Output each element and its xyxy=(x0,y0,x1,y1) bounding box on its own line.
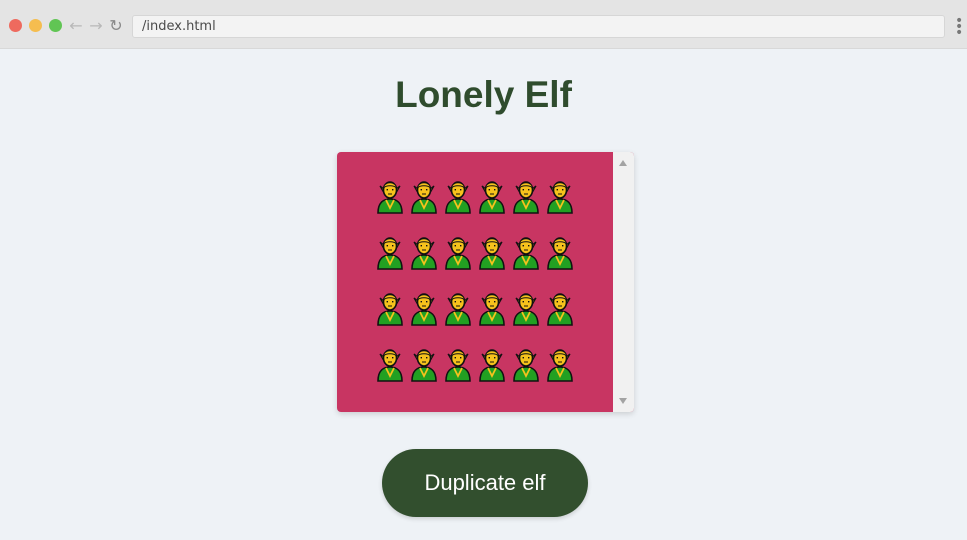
address-bar[interactable]: /index.html xyxy=(132,15,945,38)
elf-icon xyxy=(411,237,437,270)
elf-icon xyxy=(377,237,403,270)
elf-icon xyxy=(377,293,403,326)
elf-icon xyxy=(479,237,505,270)
elf-icon xyxy=(445,293,471,326)
elf-container xyxy=(337,152,634,412)
reload-icon[interactable]: ↻ xyxy=(107,16,125,36)
elf-icon xyxy=(513,293,539,326)
elf-icon xyxy=(445,349,471,382)
duplicate-elf-button[interactable]: Duplicate elf xyxy=(382,449,588,517)
close-window-button[interactable] xyxy=(9,19,22,32)
elf-icon xyxy=(547,237,573,270)
scroll-down-arrow-icon[interactable] xyxy=(619,398,627,404)
scroll-up-arrow-icon[interactable] xyxy=(619,160,627,166)
elf-icon xyxy=(445,181,471,214)
elf-icon xyxy=(479,349,505,382)
elf-icon xyxy=(513,181,539,214)
forward-arrow-icon[interactable]: → xyxy=(87,16,105,36)
kebab-menu-icon[interactable]: • • • xyxy=(955,14,963,40)
elf-icon xyxy=(411,293,437,326)
elf-icon xyxy=(513,349,539,382)
elf-icon xyxy=(445,237,471,270)
minimize-window-button[interactable] xyxy=(29,19,42,32)
elf-icon xyxy=(547,349,573,382)
page-title: Lonely Elf xyxy=(395,74,572,115)
browser-toolbar: ← → ↻ /index.html • • • xyxy=(0,0,967,49)
elf-grid xyxy=(375,178,575,402)
back-arrow-icon[interactable]: ← xyxy=(67,16,85,36)
vertical-scrollbar[interactable] xyxy=(613,152,634,412)
elf-icon xyxy=(411,349,437,382)
elf-icon xyxy=(377,181,403,214)
elf-icon xyxy=(411,181,437,214)
elf-icon xyxy=(377,349,403,382)
elf-icon xyxy=(547,293,573,326)
elf-icon xyxy=(479,181,505,214)
elf-icon xyxy=(479,293,505,326)
elf-icon xyxy=(547,181,573,214)
elf-icon xyxy=(513,237,539,270)
maximize-window-button[interactable] xyxy=(49,19,62,32)
